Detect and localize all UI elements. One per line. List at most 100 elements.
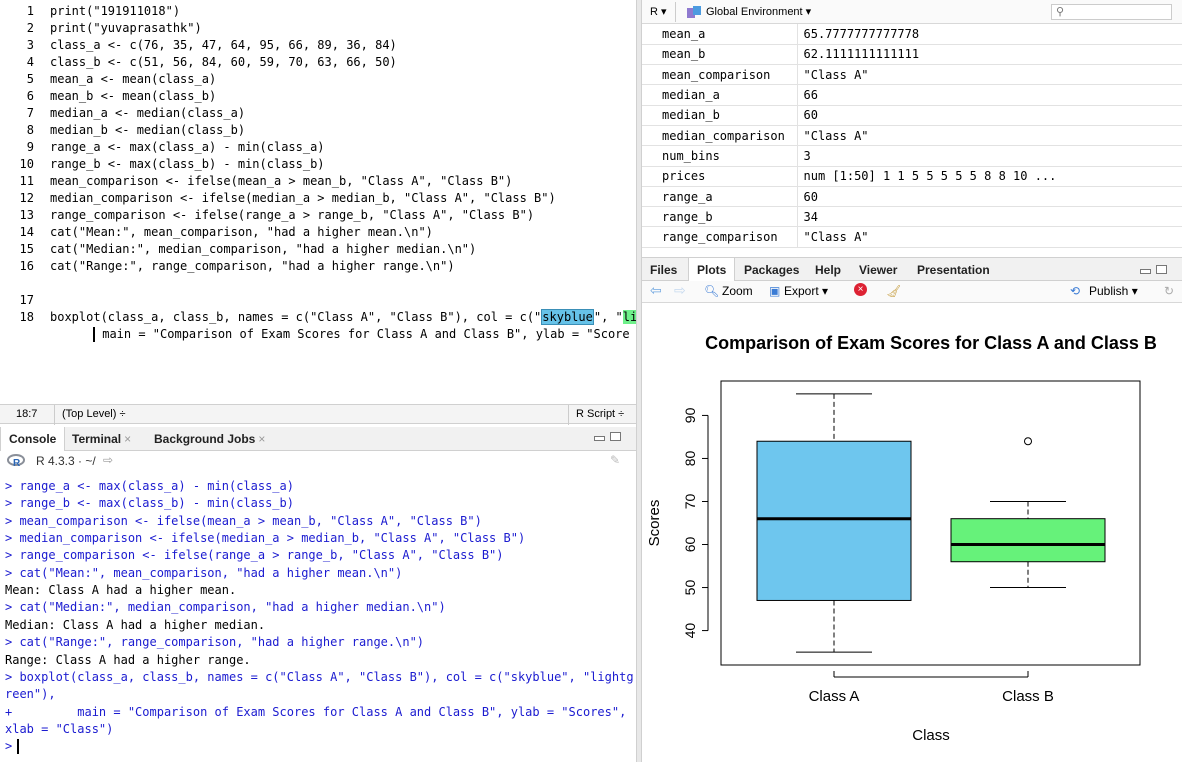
console-output-line: Median: Class A had a higher median. — [5, 617, 266, 632]
environment-row[interactable]: median_comparison "Class A" — [642, 125, 1182, 147]
publish-button[interactable]: Publish ▾ — [1089, 284, 1138, 298]
environment-row[interactable]: median_a 66 — [642, 84, 1182, 106]
code-line[interactable]: 9 range_a <- max(class_a) - min(class_a) — [0, 139, 636, 156]
tab-terminal[interactable]: Terminal × — [64, 427, 139, 451]
scope-selector[interactable]: (Top Level) ÷ — [62, 408, 126, 420]
language-selector[interactable]: R ▾ — [650, 5, 667, 18]
code-line-18[interactable]: 18 main = "Comparison of Exam Scores for… — [0, 292, 636, 342]
console-command-line: > cat("Median:", median_comparison, "had… — [5, 600, 446, 615]
console-command-line: > boxplot(class_a, class_b, names = c("C… — [5, 669, 634, 684]
variable-value: 60 — [796, 105, 1182, 126]
close-icon[interactable]: × — [258, 432, 265, 446]
tab-viewer[interactable]: Viewer — [851, 258, 905, 282]
maximize-icon[interactable] — [610, 432, 621, 441]
tab-console[interactable]: Console — [0, 427, 66, 451]
forward-arrow-icon[interactable]: ⇨ — [674, 282, 686, 299]
back-arrow-icon[interactable]: ⇦ — [650, 282, 662, 299]
variable-name: num_bins — [642, 145, 797, 167]
code-text: print("yuvaprasathk") — [50, 21, 202, 35]
variable-value: 34 — [796, 206, 1182, 228]
line-number: 8 — [26, 123, 34, 137]
editor-status-bar: 18:7 (Top Level) ÷ R Script ÷ — [0, 404, 636, 425]
variable-value: "Class A" — [796, 125, 1182, 147]
code-text: mean_comparison <- ifelse(mean_a > mean_… — [50, 174, 513, 188]
code-text: range_a <- max(class_a) - min(class_a) — [50, 140, 325, 154]
code-line[interactable]: 4 class_b <- c(51, 56, 84, 60, 59, 70, 63… — [0, 54, 636, 71]
source-editor[interactable]: 1 print("191911018") 2 print("yuvaprasathk"… — [0, 0, 636, 404]
environment-row[interactable]: num_bins 3 — [642, 145, 1182, 167]
export-button[interactable]: Export ▾ — [784, 284, 828, 298]
code-text: cat("Mean:", mean_comparison, "had a hig… — [50, 225, 433, 239]
console-command-line: xlab = "Class") — [5, 721, 114, 736]
tab-background-jobs[interactable]: Background Jobs × — [146, 427, 273, 451]
refresh-icon[interactable]: ↻ — [1164, 284, 1174, 298]
tab-help[interactable]: Help — [807, 258, 849, 282]
minimize-icon[interactable] — [1140, 269, 1151, 274]
code-line[interactable]: 15 cat("Median:", median_comparison, "had… — [0, 241, 636, 258]
divider — [675, 2, 676, 22]
variable-value: 60 — [796, 186, 1182, 208]
console-command-line: + main = "Comparison of Exam Scores for … — [5, 704, 627, 719]
code-line[interactable]: 12 median_comparison <- ifelse(median_a >… — [0, 190, 636, 207]
tab-plots[interactable]: Plots — [688, 258, 736, 282]
filetype-selector[interactable]: R Script ÷ — [576, 408, 624, 420]
environment-row[interactable]: range_b 34 — [642, 206, 1182, 228]
cursor-position: 18:7 — [16, 408, 38, 420]
environment-row[interactable]: median_b 60 — [642, 105, 1182, 126]
console-output[interactable]: > range_a <- max(class_a) - min(class_a)… — [0, 471, 636, 762]
environment-cube-icon — [687, 6, 701, 18]
code-line[interactable]: 10 range_b <- max(class_b) - min(class_b) — [0, 156, 636, 173]
variable-value: num [1:50] 1 1 5 5 5 5 5 8 8 10 ... — [796, 166, 1182, 187]
publish-icon[interactable]: ⟲ — [1070, 284, 1080, 298]
environment-row[interactable]: mean_b 62.1111111111111 — [642, 44, 1182, 66]
tab-packages[interactable]: Packages — [736, 258, 807, 282]
maximize-icon[interactable] — [1156, 265, 1167, 274]
code-line[interactable]: 8 median_b <- median(class_b) — [0, 122, 636, 139]
minimize-icon[interactable] — [594, 436, 605, 441]
broom-icon[interactable]: 🧹︎ — [886, 284, 901, 298]
close-icon[interactable]: × — [124, 432, 131, 446]
code-line[interactable]: 16 cat("Range:", range_comparison, "had a… — [0, 258, 636, 275]
r-logo-icon: R — [7, 454, 25, 468]
code-line[interactable]: 6 mean_b <- mean(class_b) — [0, 88, 636, 105]
code-line[interactable]: 14 cat("Mean:", mean_comparison, "had a h… — [0, 224, 636, 241]
code-text: print("191911018") — [50, 4, 181, 18]
line-number: 9 — [26, 140, 34, 154]
variable-value: "Class A" — [796, 226, 1182, 248]
console-header: R R 4.3.3 · ~/ ⇨ ✎ — [0, 451, 636, 471]
y-tick-label: 60 — [682, 537, 698, 553]
environment-row[interactable]: prices num [1:50] 1 1 5 5 5 5 5 8 8 10 ..… — [642, 166, 1182, 187]
code-text: mean_b <- mean(class_b) — [50, 89, 217, 103]
tab-presentation[interactable]: Presentation — [909, 258, 998, 282]
code-line-17[interactable]: 17 boxplot(class_a, class_b, names = c("… — [0, 275, 636, 325]
export-icon[interactable]: ▣ — [769, 284, 780, 298]
zoom-button[interactable]: Zoom — [722, 284, 753, 298]
variable-name: median_b — [642, 105, 797, 126]
console-command-line: > range_a <- max(class_a) - min(class_a) — [5, 479, 294, 493]
environment-row[interactable]: mean_a 65.7777777777778 — [642, 24, 1182, 45]
code-line[interactable]: 7 median_a <- median(class_a) — [0, 105, 636, 122]
code-line[interactable]: 5 mean_a <- mean(class_a) — [0, 71, 636, 88]
code-line[interactable]: 1 print("191911018") — [0, 3, 636, 20]
environment-row[interactable]: mean_comparison "Class A" — [642, 64, 1182, 86]
code-text: median_a <- median(class_a) — [50, 106, 246, 120]
remove-plot-icon[interactable]: × — [854, 283, 867, 296]
code-text: main = "Comparison of Exam Scores for Cl… — [102, 327, 630, 341]
zoom-icon[interactable]: 🔍︎ — [704, 284, 719, 298]
environment-search-input[interactable]: ⚲ — [1051, 4, 1172, 20]
variable-name: prices — [642, 166, 797, 187]
x-axis-label: Class — [912, 727, 950, 744]
environment-row[interactable]: range_a 60 — [642, 186, 1182, 208]
code-line[interactable]: 11 mean_comparison <- ifelse(mean_a > mea… — [0, 173, 636, 190]
line-number: 1 — [26, 4, 34, 18]
code-line[interactable]: 2 print("yuvaprasathk") — [0, 20, 636, 37]
code-line[interactable]: 13 range_comparison <- ifelse(range_a > r… — [0, 207, 636, 224]
console-command-line: > mean_comparison <- ifelse(mean_a > mea… — [5, 513, 482, 528]
environment-scope-selector[interactable]: Global Environment ▾ — [706, 5, 811, 18]
go-to-directory-icon[interactable]: ⇨ — [103, 453, 113, 467]
tab-files[interactable]: Files — [642, 258, 685, 282]
console-command-line: > cat("Range:", range_comparison, "had a… — [5, 635, 425, 650]
code-line[interactable]: 3 class_a <- c(76, 35, 47, 64, 95, 66, 89… — [0, 37, 636, 54]
environment-row[interactable]: range_comparison "Class A" — [642, 226, 1182, 248]
clear-console-icon[interactable]: ✎ — [610, 453, 620, 467]
